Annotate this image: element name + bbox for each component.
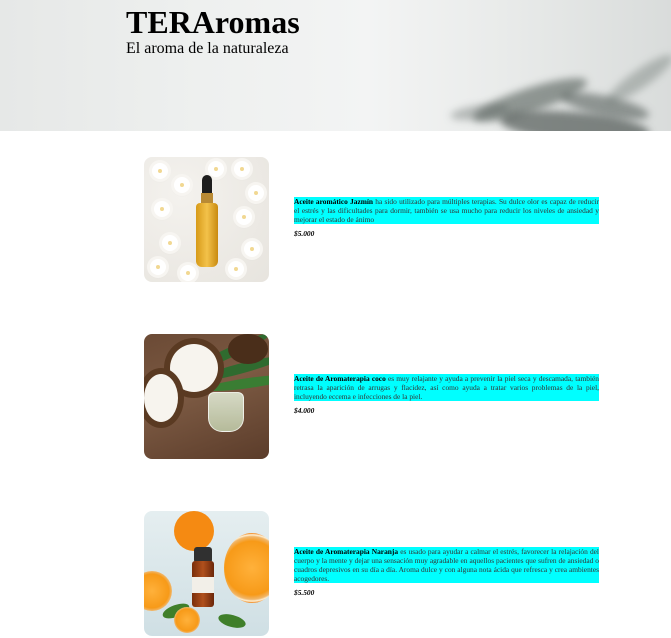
jasmine-oil-photo — [144, 157, 269, 282]
orange-oil-photo — [144, 511, 269, 636]
product-description: Aceite de Aromaterapia coco es muy relaj… — [294, 374, 599, 401]
site-title: TERAromas — [126, 4, 300, 40]
product-card-coconut: Aceite de Aromaterapia coco es muy relaj… — [144, 334, 599, 459]
product-card-orange: Aceite de Aromaterapia Naranja es usado … — [144, 511, 599, 636]
product-name: Aceite de Aromaterapia coco — [294, 374, 386, 383]
product-name: Aceite de Aromaterapia Naranja — [294, 547, 399, 556]
blurred-leaf-decoration — [602, 48, 671, 110]
product-name: Aceite aromático Jazmín — [294, 197, 374, 206]
product-card-jasmine: Aceite aromático Jazmín ha sido utilizad… — [144, 157, 599, 282]
product-description: Aceite de Aromaterapia Naranja es usado … — [294, 547, 599, 583]
coconut-oil-photo — [144, 334, 269, 459]
product-price: $5.500 — [294, 588, 315, 597]
product-price: $4.000 — [294, 406, 315, 415]
product-description: Aceite aromático Jazmín ha sido utilizad… — [294, 197, 599, 224]
site-subtitle: El aroma de la naturaleza — [126, 40, 289, 57]
hero-banner: TERAromas El aroma de la naturaleza — [0, 0, 671, 131]
product-price: $5.000 — [294, 229, 315, 238]
